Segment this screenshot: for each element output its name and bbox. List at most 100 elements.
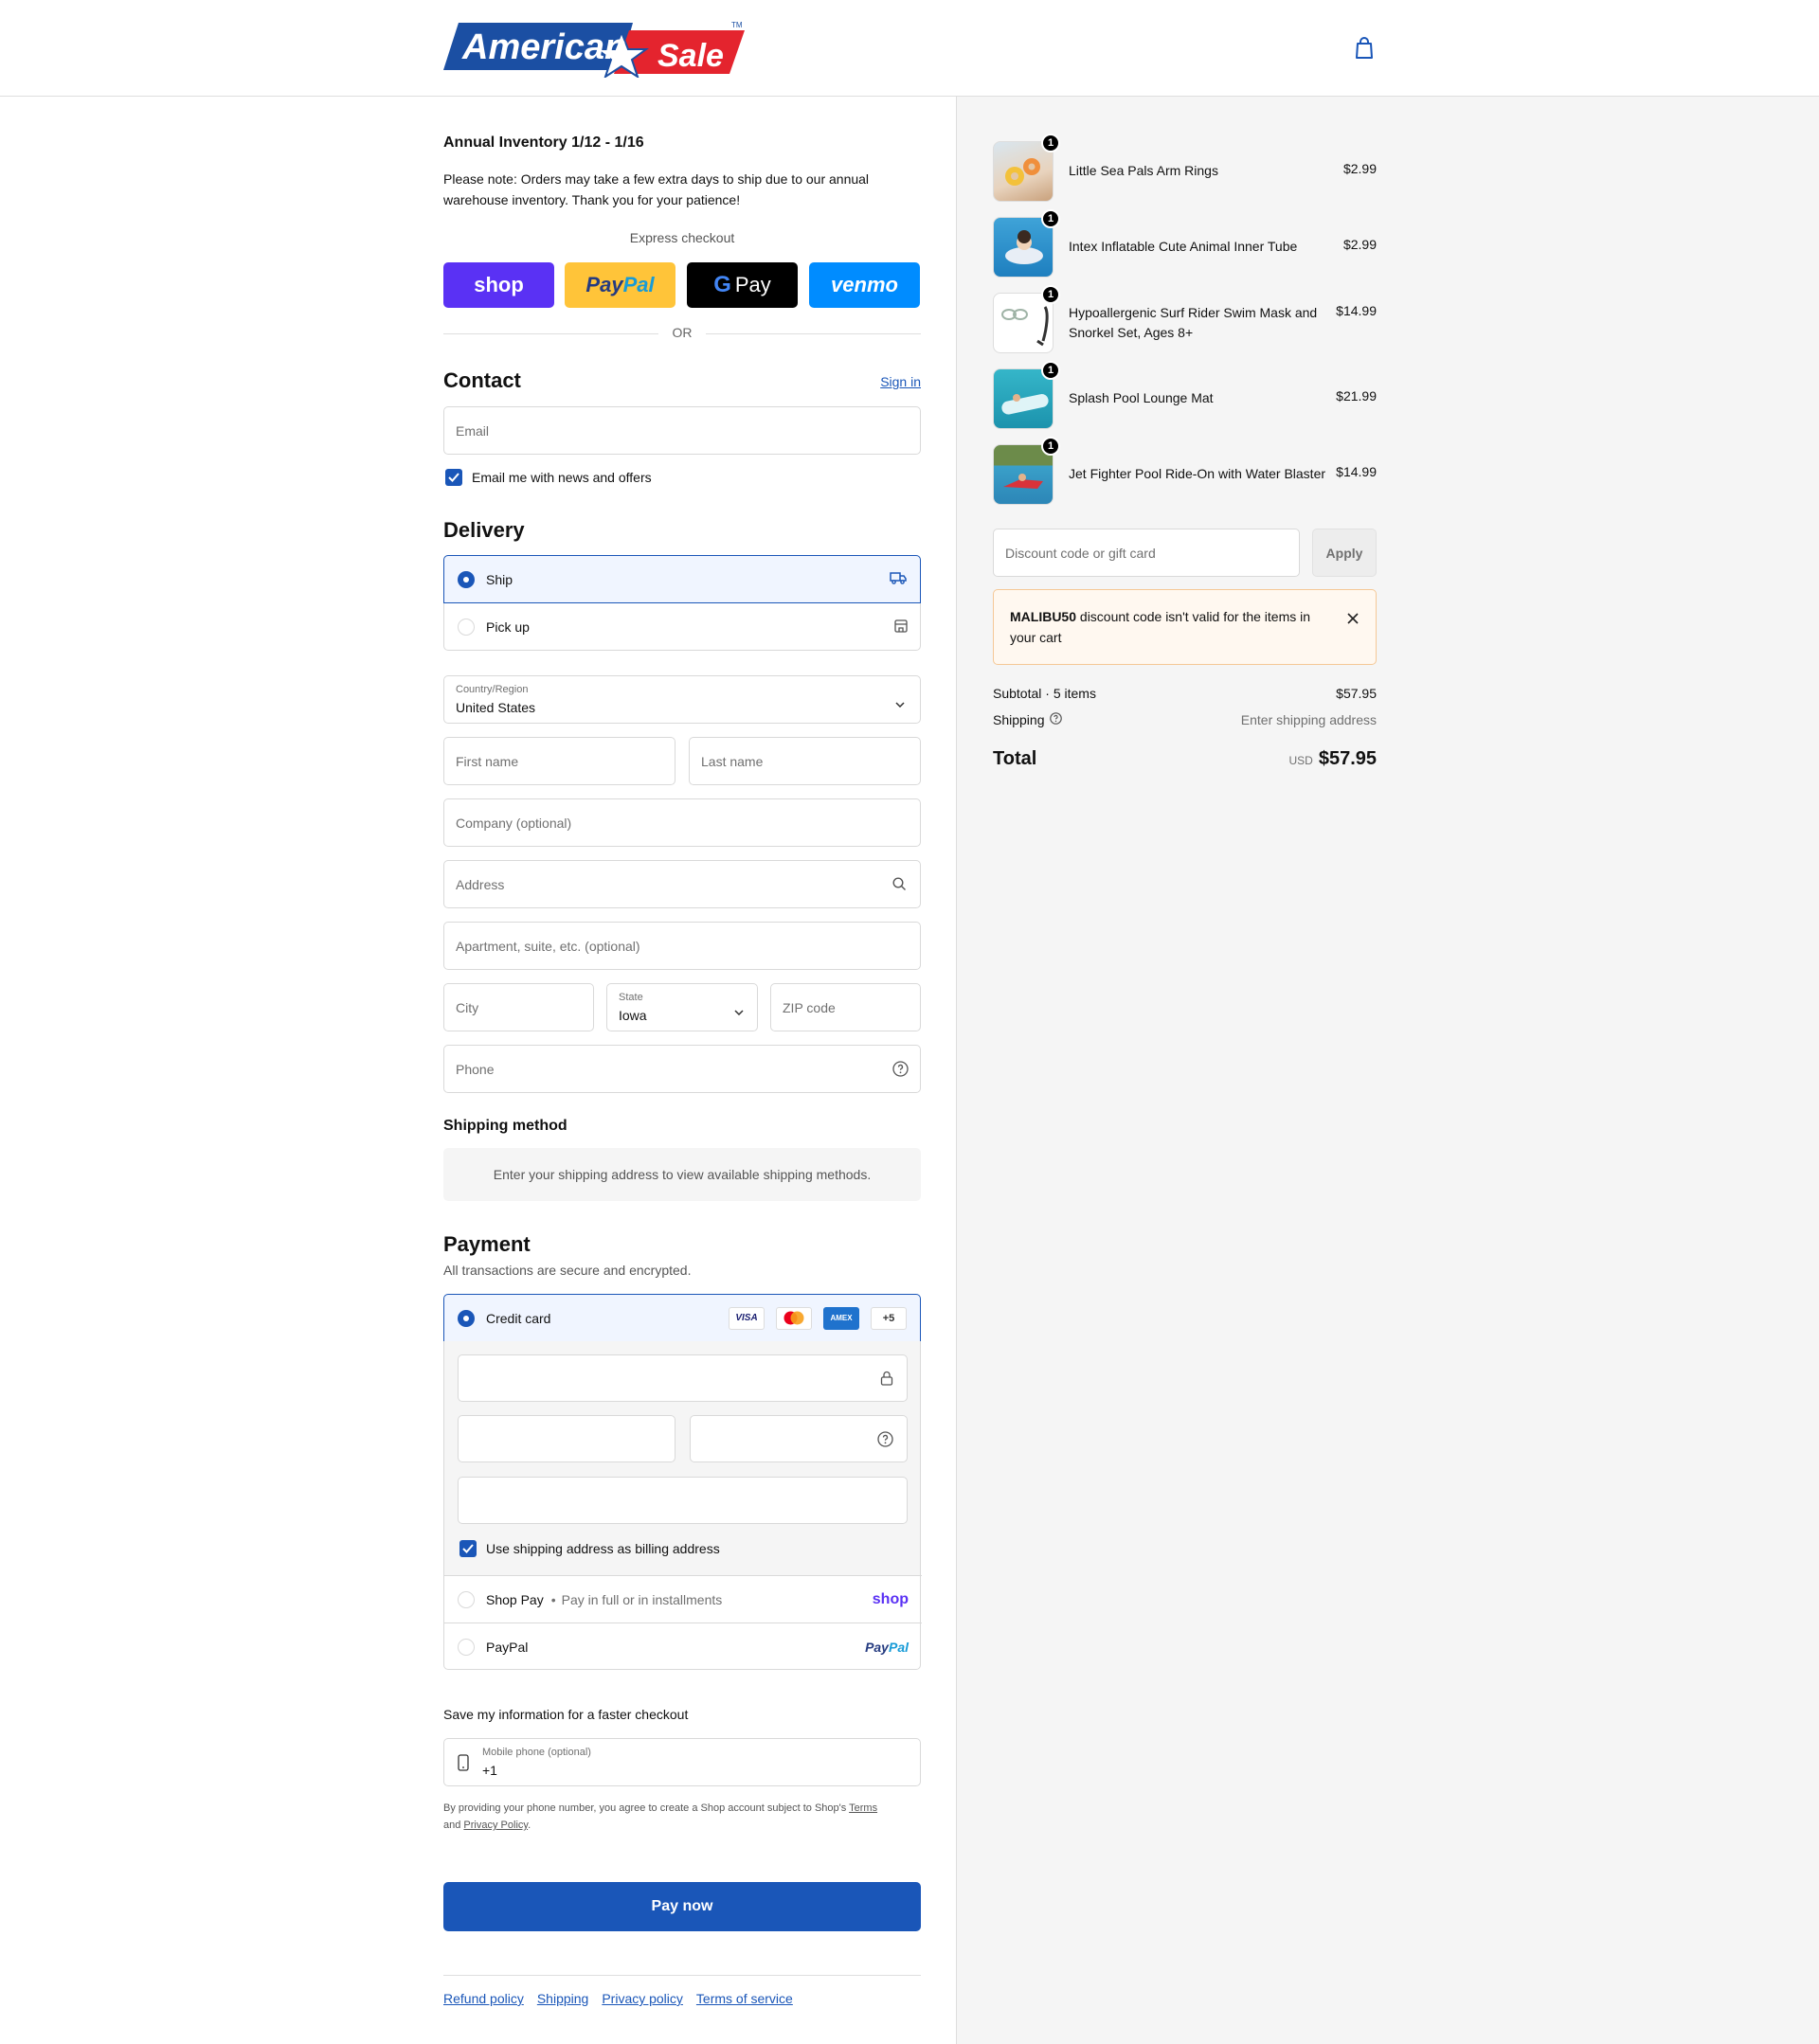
billing-same-checkbox-row[interactable]: Use shipping address as billing address bbox=[459, 1540, 720, 1557]
contact-heading: Contact bbox=[443, 368, 521, 392]
ship-radio[interactable] bbox=[458, 570, 475, 588]
billing-same-checkbox[interactable] bbox=[459, 1540, 477, 1557]
phone-field[interactable]: Phone bbox=[443, 1045, 921, 1093]
country-label: Country/Region bbox=[456, 684, 529, 695]
payment-option-shop-pay[interactable]: Shop Pay • Pay in full or in installment… bbox=[444, 1575, 922, 1623]
save-info-heading: Save my information for a faster checkou… bbox=[443, 1707, 689, 1722]
company-field[interactable]: Company (optional) bbox=[443, 798, 921, 847]
terms-link[interactable]: Terms bbox=[849, 1802, 877, 1814]
newsletter-checkbox-row[interactable]: Email me with news and offers bbox=[445, 469, 652, 486]
shop-pay-logo: shop bbox=[474, 273, 524, 296]
store-icon bbox=[893, 619, 909, 637]
pickup-label: Pick up bbox=[486, 619, 530, 635]
google-g-icon: G bbox=[713, 272, 731, 297]
notice-title: Annual Inventory 1/12 - 1/16 bbox=[443, 134, 644, 151]
apply-discount-button[interactable]: Apply bbox=[1312, 529, 1377, 577]
phone-placeholder: Phone bbox=[456, 1061, 495, 1077]
mobile-phone-label: Mobile phone (optional) bbox=[482, 1747, 591, 1758]
privacy-policy-link[interactable]: Privacy policy bbox=[602, 1991, 683, 2006]
city-placeholder: City bbox=[456, 999, 479, 1015]
name-on-card-field[interactable] bbox=[458, 1477, 908, 1524]
search-icon bbox=[892, 877, 907, 894]
site-header: American Sale TM bbox=[0, 0, 1819, 97]
shop-pay-radio[interactable] bbox=[458, 1590, 475, 1608]
payment-option-credit-card[interactable]: Credit card VISA AMEX +5 bbox=[443, 1294, 921, 1342]
express-checkout-label: Express checkout bbox=[629, 230, 735, 245]
item-name: Intex Inflatable Cute Animal Inner Tube bbox=[1069, 239, 1298, 254]
city-field[interactable]: City bbox=[443, 983, 594, 1031]
mobile-phone-value: +1 bbox=[482, 1763, 497, 1778]
cart-item: 1 Little Sea Pals Arm Rings $2.99 bbox=[993, 134, 1377, 202]
first-name-field[interactable]: First name bbox=[443, 737, 675, 785]
item-price: $14.99 bbox=[1336, 303, 1377, 318]
state-value: Iowa bbox=[619, 1008, 647, 1023]
delivery-option-ship[interactable]: Ship bbox=[443, 555, 921, 603]
discount-code-input[interactable]: Discount code or gift card bbox=[993, 529, 1300, 577]
zip-field[interactable]: ZIP code bbox=[770, 983, 921, 1031]
credit-card-radio[interactable] bbox=[458, 1309, 475, 1327]
item-name: Jet Fighter Pool Ride-On with Water Blas… bbox=[1069, 466, 1326, 481]
close-icon[interactable] bbox=[1347, 609, 1359, 630]
venmo-logo: venmo bbox=[831, 273, 898, 296]
refund-policy-link[interactable]: Refund policy bbox=[443, 1991, 524, 2006]
terms-of-service-link[interactable]: Terms of service bbox=[696, 1991, 793, 2006]
shipping-method-message: Enter your shipping address to view avai… bbox=[443, 1148, 921, 1201]
security-code-field[interactable] bbox=[690, 1415, 908, 1462]
shop-pay-sub: Pay in full or in installments bbox=[561, 1591, 723, 1607]
email-field[interactable]: Email bbox=[443, 406, 921, 455]
paypal-label: PayPal bbox=[486, 1639, 529, 1655]
last-name-field[interactable]: Last name bbox=[689, 737, 921, 785]
quantity-badge: 1 bbox=[1041, 361, 1060, 380]
item-name: Little Sea Pals Arm Rings bbox=[1069, 163, 1218, 178]
shop-pay-label: Shop Pay bbox=[486, 1591, 544, 1607]
shipping-policy-link[interactable]: Shipping bbox=[537, 1991, 589, 2006]
shop-pay-express-button[interactable]: shop bbox=[443, 262, 554, 308]
apartment-field[interactable]: Apartment, suite, etc. (optional) bbox=[443, 922, 921, 970]
last-name-placeholder: Last name bbox=[701, 753, 764, 769]
quantity-badge: 1 bbox=[1041, 437, 1060, 456]
card-number-field[interactable] bbox=[458, 1354, 908, 1402]
help-icon[interactable] bbox=[1049, 712, 1062, 727]
total-value: $57.95 bbox=[1318, 748, 1377, 769]
payment-option-paypal[interactable]: PayPal PayPal bbox=[444, 1623, 922, 1670]
cart-item: 1 Splash Pool Lounge Mat $21.99 bbox=[993, 361, 1377, 429]
pay-now-button[interactable]: Pay now bbox=[443, 1882, 921, 1931]
chevron-down-icon bbox=[734, 1003, 744, 1018]
quantity-badge: 1 bbox=[1041, 134, 1060, 152]
delivery-options: Ship Pick up bbox=[443, 555, 921, 651]
item-name: Splash Pool Lounge Mat bbox=[1069, 390, 1214, 405]
logo-tm: TM bbox=[731, 21, 743, 29]
total-row: Total USD $57.95 bbox=[993, 748, 1377, 770]
google-pay-express-button[interactable]: G Pay bbox=[687, 262, 798, 308]
delivery-heading: Delivery bbox=[443, 518, 525, 542]
delivery-option-pickup[interactable]: Pick up bbox=[444, 603, 922, 651]
help-icon[interactable] bbox=[892, 1061, 909, 1080]
visa-icon: VISA bbox=[729, 1306, 765, 1330]
store-logo[interactable]: American Sale TM bbox=[443, 19, 745, 80]
pickup-radio[interactable] bbox=[458, 619, 475, 636]
venmo-express-button[interactable]: venmo bbox=[809, 262, 920, 308]
shipping-row: Shipping Enter shipping address bbox=[993, 712, 1377, 727]
or-divider-text: OR bbox=[658, 325, 706, 340]
address-field[interactable]: Address bbox=[443, 860, 921, 908]
notice-text: Please note: Orders may take a few extra… bbox=[443, 171, 870, 207]
google-pay-label: Pay bbox=[734, 273, 771, 296]
billing-same-label: Use shipping address as billing address bbox=[486, 1541, 720, 1556]
cart-icon[interactable] bbox=[1353, 36, 1376, 61]
state-select[interactable]: State Iowa bbox=[606, 983, 758, 1031]
help-icon[interactable] bbox=[877, 1431, 893, 1452]
mobile-phone-field[interactable]: Mobile phone (optional) +1 bbox=[443, 1738, 921, 1786]
privacy-link[interactable]: Privacy Policy bbox=[463, 1820, 528, 1831]
discount-placeholder: Discount code or gift card bbox=[1005, 545, 1156, 561]
expiration-date-field[interactable] bbox=[458, 1415, 675, 1462]
item-price: $2.99 bbox=[1342, 237, 1377, 252]
state-label: State bbox=[619, 992, 643, 1003]
paypal-express-button[interactable]: PayPal bbox=[565, 262, 675, 308]
paypal-radio[interactable] bbox=[458, 1638, 475, 1656]
sign-in-link[interactable]: Sign in bbox=[880, 374, 921, 389]
legal-end: . bbox=[528, 1820, 531, 1831]
save-info-legal: By providing your phone number, you agre… bbox=[443, 1800, 921, 1834]
newsletter-checkbox[interactable] bbox=[445, 469, 462, 486]
shipping-label: Shipping bbox=[993, 712, 1045, 727]
country-select[interactable]: Country/Region United States bbox=[443, 675, 921, 724]
